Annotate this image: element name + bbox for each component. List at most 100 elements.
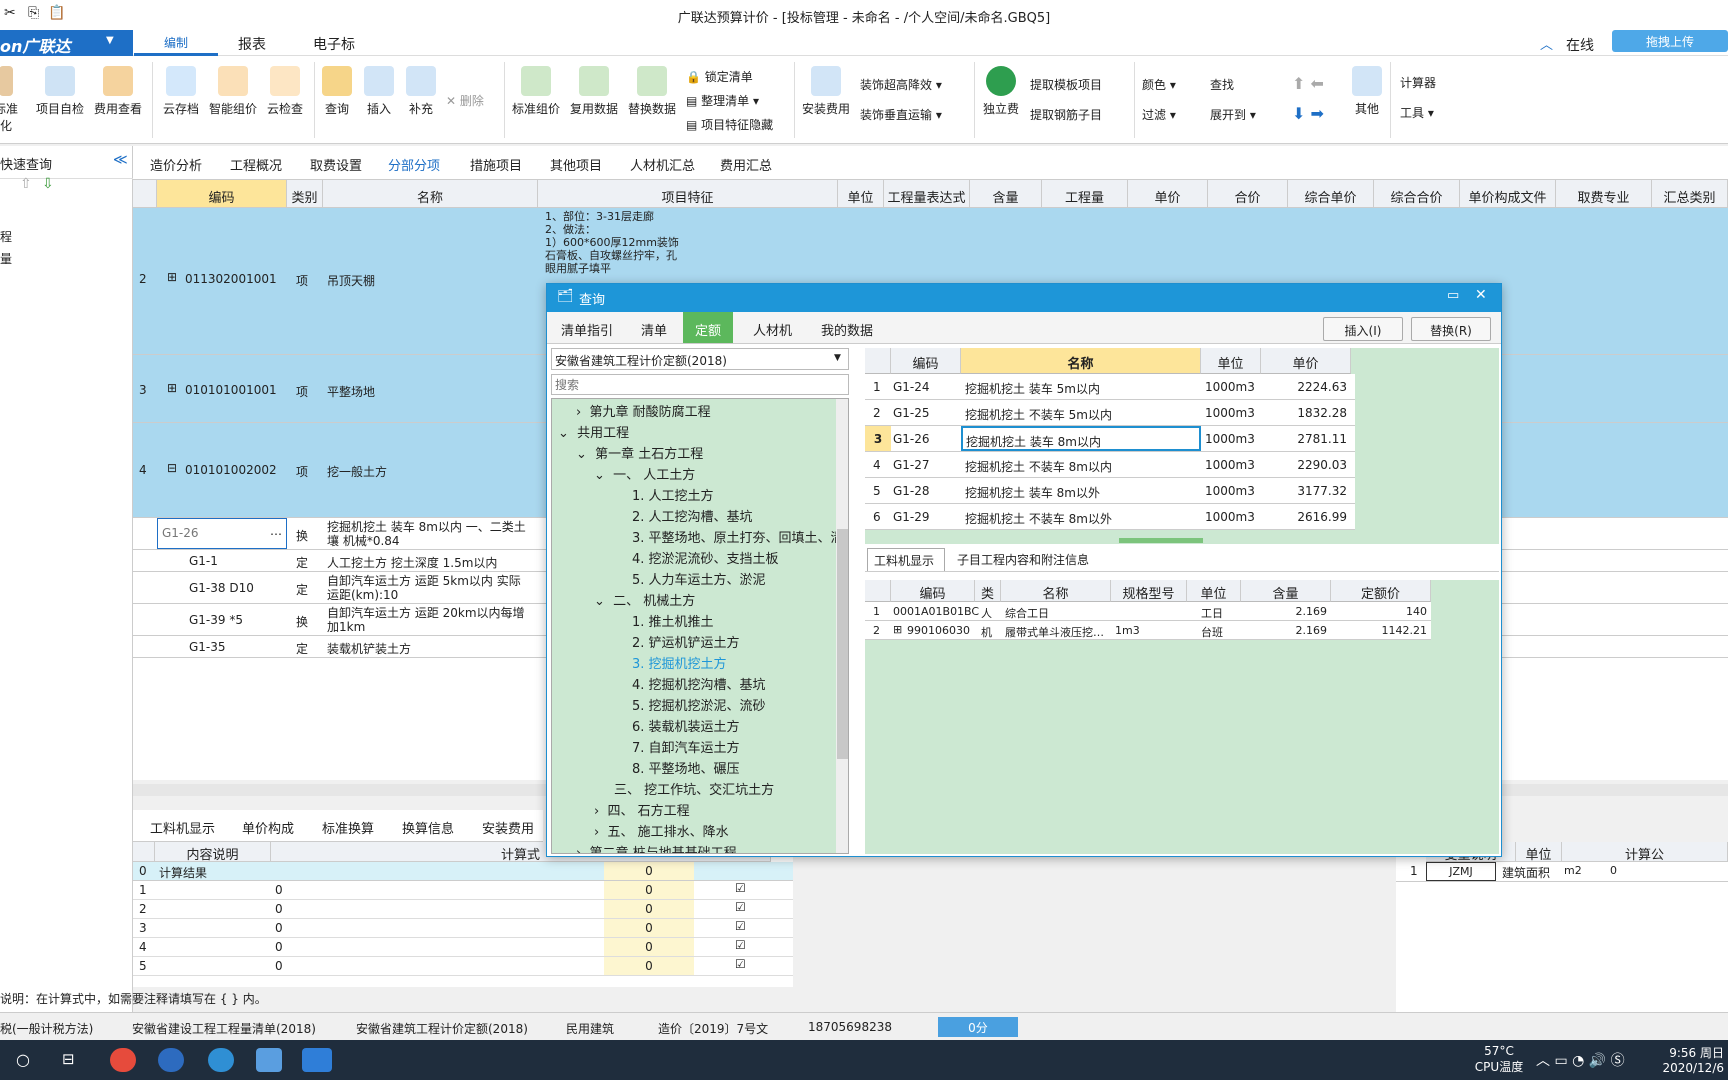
col-quantity[interactable]: 工程量 xyxy=(1042,180,1128,208)
tree-node[interactable]: 4. 挖掘机挖沟槽、基坑 xyxy=(632,674,766,693)
tree-node[interactable]: › 五、 施工排水、降水 xyxy=(594,821,729,840)
status-score[interactable]: 0分 xyxy=(938,1017,1018,1037)
col-name[interactable]: 名称 xyxy=(323,180,538,208)
tree-node[interactable]: 5. 人力车运土方、淤泥 xyxy=(632,569,766,588)
lock-list-button[interactable]: 🔒 锁定清单 xyxy=(686,68,753,85)
other-button[interactable]: 其他 xyxy=(1352,66,1382,117)
task-view-icon[interactable]: ⊟ xyxy=(62,1050,75,1068)
checkbox[interactable]: ☑ xyxy=(735,957,746,971)
extract-rebar-button[interactable]: 提取钢筋子目 xyxy=(1030,106,1102,123)
browser-icon[interactable] xyxy=(158,1048,184,1072)
col-quota-code[interactable]: 编码 xyxy=(891,348,961,374)
tree-node[interactable]: ⌄ 共用工程 xyxy=(558,422,629,441)
table-row[interactable]: 2 0 0 ☑ xyxy=(133,900,793,919)
col-summary-type[interactable]: 汇总类别 xyxy=(1652,180,1728,208)
tree-node[interactable]: ⌄ 二、 机械土方 xyxy=(594,590,695,609)
smart-pricing-button[interactable]: 智能组价 xyxy=(206,66,260,117)
collapse-icon[interactable]: ⊟ xyxy=(167,461,177,475)
supplement-button[interactable]: 补充 xyxy=(404,66,438,117)
tab-conversion-info[interactable]: 换算信息 xyxy=(402,818,454,837)
table-row-selected[interactable]: 3 G1-26 挖掘机挖土 装车 8m以内 1000m3 2781.11 xyxy=(865,426,1355,452)
tree-node[interactable]: 4. 挖淤泥流砂、支挡土板 xyxy=(632,548,779,567)
hide-feature-button[interactable]: ▤ 项目特征隐藏 xyxy=(686,116,773,133)
expand-to-button[interactable]: 展开到 ▾ xyxy=(1210,106,1256,123)
tab-quota[interactable]: 定额 xyxy=(683,312,733,343)
tree-node[interactable]: › 第九章 耐酸防腐工程 xyxy=(576,401,711,420)
tree-node[interactable]: › 第二章 桩与地基基础工程 xyxy=(576,842,737,853)
table-row[interactable]: 2 G1-25 挖掘机挖土 不装车 5m以内 1000m3 1832.28 xyxy=(865,400,1355,426)
col-code[interactable]: 编码 xyxy=(157,180,287,208)
tools-button[interactable]: 工具 ▾ xyxy=(1400,104,1434,121)
table-row[interactable]: 0 计算结果 0 xyxy=(133,862,793,881)
chrome-icon[interactable] xyxy=(110,1048,136,1072)
menu-ebid[interactable]: 电子标 xyxy=(313,34,355,54)
tab-fee-summary[interactable]: 费用汇总 xyxy=(720,155,772,174)
col-comp-total[interactable]: 综合合价 xyxy=(1374,180,1460,208)
tree-node[interactable]: 2. 铲运机铲运土方 xyxy=(632,632,740,651)
tree-node[interactable]: 2. 人工挖沟槽、基坑 xyxy=(632,506,753,525)
find-button[interactable]: 查找 xyxy=(1210,76,1234,93)
query-button[interactable]: 查询 xyxy=(320,66,354,117)
extract-template-button[interactable]: 提取模板项目 xyxy=(1030,76,1102,93)
tab-cost-analysis[interactable]: 造价分析 xyxy=(150,155,202,174)
tab-list[interactable]: 清单 xyxy=(641,320,667,339)
col-type[interactable]: 类别 xyxy=(287,180,323,208)
tab-material-display[interactable]: 工料机显示 xyxy=(150,818,215,837)
clock[interactable]: 9:56 周日 2020/12/6 xyxy=(1660,1044,1724,1075)
tab-list-guide[interactable]: 清单指引 xyxy=(561,320,613,339)
col-quota-name[interactable]: 名称 xyxy=(961,348,1201,374)
tab-material-display[interactable]: 工料机显示 xyxy=(867,548,945,571)
app-icon[interactable] xyxy=(256,1048,282,1072)
col-total[interactable]: 合价 xyxy=(1208,180,1288,208)
tab-my-data[interactable]: 我的数据 xyxy=(821,320,873,339)
edge-icon[interactable] xyxy=(208,1048,234,1072)
col-feature[interactable]: 项目特征 xyxy=(538,180,838,208)
tray-icons[interactable]: ︿ ▭ ◔ 🔊 Ⓢ xyxy=(1536,1050,1625,1070)
menu-report[interactable]: 报表 xyxy=(238,34,266,54)
replace-button[interactable]: 替换(R) xyxy=(1411,317,1491,341)
checkbox[interactable]: ☑ xyxy=(735,881,746,895)
cost-view-button[interactable]: 费用查看 xyxy=(92,66,144,117)
project-check-button[interactable]: 项目自检 xyxy=(34,66,86,117)
tab-project-overview[interactable]: 工程概况 xyxy=(230,155,282,174)
expand-icon[interactable]: ⊞ xyxy=(167,381,177,395)
start-search-icon[interactable]: ○ xyxy=(16,1050,30,1069)
arrow-down-icon[interactable]: ⬇ ➡ xyxy=(1292,104,1324,123)
calculator-button[interactable]: 计算器 xyxy=(1400,74,1436,91)
table-row[interactable]: 2 ⊞ 990106030 机履带式单斗液压挖… 1m3 台班 2.169 1142.21 xyxy=(865,621,1431,640)
table-row[interactable]: 6 G1-29 挖掘机挖土 不装车 8m以外 1000m3 2616.99 xyxy=(865,504,1355,530)
upload-button[interactable]: 拖拽上传 xyxy=(1612,30,1728,52)
tree-node[interactable]: 6. 装载机装运土方 xyxy=(632,716,740,735)
online-status[interactable]: 在线 xyxy=(1566,35,1594,55)
code-input[interactable]: G1-26 … xyxy=(157,518,287,549)
tree-scrollbar[interactable] xyxy=(836,399,848,853)
tab-sub-content[interactable]: 子目工程内容和附注信息 xyxy=(957,551,1089,568)
col-price-file[interactable]: 单价构成文件 xyxy=(1460,180,1556,208)
gbq-icon[interactable] xyxy=(302,1048,332,1072)
arrow-up-icon[interactable]: ⬆ ⬅ xyxy=(1292,74,1324,93)
cloud-archive-button[interactable]: 云存档 xyxy=(158,66,204,117)
menu-edit[interactable]: 编制 xyxy=(134,30,218,56)
library-select[interactable]: 安徽省建筑工程计价定额(2018) ▼ xyxy=(551,348,849,370)
close-icon[interactable]: ✕ xyxy=(1475,287,1487,303)
delete-button[interactable]: ✕ 删除 xyxy=(446,92,484,109)
insert-button[interactable]: 插入(I) xyxy=(1323,317,1403,341)
col-content[interactable]: 含量 xyxy=(970,180,1042,208)
tree-node[interactable]: 1. 推土机推土 xyxy=(632,611,714,630)
tree-node[interactable]: 三、 挖工作坑、交汇坑土方 xyxy=(614,779,774,798)
tab-materials[interactable]: 人材机 xyxy=(753,320,792,339)
decor-vertical-button[interactable]: 装饰垂直运输 ▾ xyxy=(860,106,942,123)
standardize-button[interactable]: 标准化 xyxy=(0,66,18,134)
splitter-handle[interactable] xyxy=(1119,538,1203,543)
col-fee-major[interactable]: 取费专业 xyxy=(1556,180,1652,208)
col-expression[interactable]: 工程量表达式 xyxy=(884,180,970,208)
standard-pricing-button[interactable]: 标准组价 xyxy=(510,66,562,117)
tree-node[interactable]: 7. 自卸汽车运土方 xyxy=(632,737,740,756)
tab-sub-items[interactable]: 分部分项 xyxy=(388,155,441,182)
checkbox[interactable]: ☑ xyxy=(735,938,746,952)
col-unit-price[interactable]: 单价 xyxy=(1128,180,1208,208)
table-row[interactable]: 5 0 0 ☑ xyxy=(133,957,793,976)
tab-other-items[interactable]: 其他项目 xyxy=(550,155,602,174)
organize-list-button[interactable]: ▤ 整理清单 ▾ xyxy=(686,92,759,109)
independent-fee-button[interactable]: 独立费 xyxy=(980,66,1022,117)
